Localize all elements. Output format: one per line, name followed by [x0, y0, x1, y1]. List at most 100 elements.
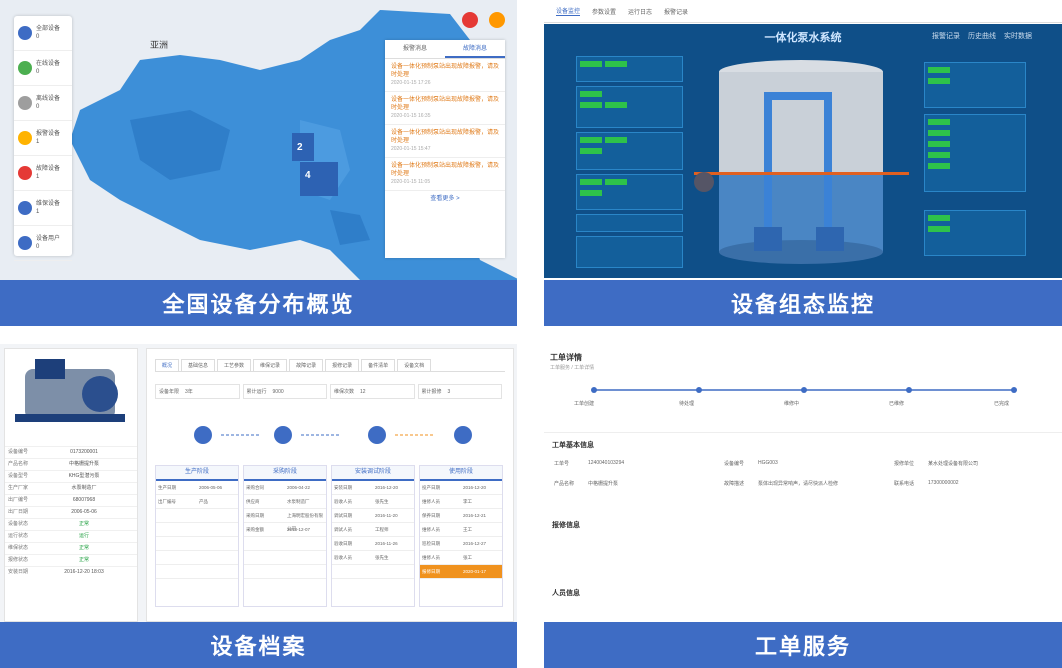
tab-2[interactable]: 工艺参数: [217, 359, 252, 371]
stage-title: 使用阶段: [420, 466, 502, 481]
info-row: 出厂编号 68007968: [5, 494, 137, 506]
cluster-count[interactable]: 2: [297, 142, 303, 153]
stat-key: 累计运行: [246, 389, 267, 395]
tab-0[interactable]: 概况: [155, 359, 180, 371]
page-title: 工单详情: [550, 353, 582, 362]
news-item[interactable]: 设备一体化预制泵站出现故障报警，请及时处理 2020-01-15 11:05: [385, 158, 505, 191]
stage-key: 采购金额: [246, 527, 264, 532]
toolbar-button[interactable]: 历史曲线: [968, 32, 996, 41]
sidebar-item-label: 报警设备 1: [36, 130, 60, 146]
stat-key: 设备年限: [159, 389, 180, 395]
sidebar-item-name: 全部设备: [36, 26, 61, 32]
stage-value: 王工: [463, 527, 472, 532]
device-archive-panel: 设备编号 0173200001 产品名称 中格栅提升泵 设备型号 KHG型潜污泵 生产厂家水…: [0, 344, 517, 668]
stage-value: 张工: [463, 555, 472, 560]
info-value: 正常: [79, 557, 90, 563]
tab-7[interactable]: 设备文档: [397, 359, 432, 371]
tab-fault-messages[interactable]: 故障消息: [445, 40, 505, 58]
tab-1[interactable]: 基础信息: [181, 359, 216, 371]
nav-item[interactable]: 参数设置: [592, 7, 616, 16]
stage-row: 维修人员 李工: [420, 495, 502, 509]
tab-6[interactable]: 备件清单: [361, 359, 396, 371]
stage-row: 出厂编号 产品: [156, 495, 238, 509]
sidebar-item[interactable]: 故障设备 1: [14, 156, 72, 191]
sidebar-item-label: 在线设备 0: [36, 60, 60, 76]
sidebar-item[interactable]: 设备用户 0: [14, 226, 72, 261]
alarm-indicator-icon[interactable]: [462, 12, 478, 28]
news-text: 设备一体化预制泵站出现故障报警，请及时处理: [391, 97, 500, 111]
breadcrumb[interactable]: 工单服务 / 工单详情: [550, 364, 594, 371]
warning-indicator-icon[interactable]: [489, 12, 505, 28]
stat-value: 9000: [272, 389, 284, 395]
stage-row: [332, 565, 414, 579]
field-key: 报修单位: [894, 461, 915, 467]
panel-caption: 设备组态监控: [544, 280, 1062, 326]
stage-row: [244, 537, 326, 551]
sidebar-item[interactable]: 离线设备 0: [14, 86, 72, 121]
archive-main: 概况 基础信息 工艺参数 维保记录 故障记录 报修记录 备件清单 设备文档 设备年限 3年 累计运…: [146, 348, 514, 622]
sidebar-item-label: 离线设备 0: [36, 95, 60, 111]
stage-row: [244, 551, 326, 565]
stat-item: 累计运行 9000: [242, 384, 327, 399]
stage-value: 张先生: [375, 499, 389, 504]
stat-item: 累计报修 3: [417, 384, 502, 399]
toolbar-button[interactable]: 实时数据: [1004, 32, 1032, 41]
alarm-news-panel: 报警消息 故障消息 设备一体化预制泵站出现故障报警，请及时处理 2020-01-1…: [385, 40, 505, 258]
stage-row: 采购合同 2006-04-22: [244, 481, 326, 495]
stage-column: 使用阶段 投产日期 2016-12-20 维修人员 李工 保养日期 2016-12-21 维修…: [419, 465, 503, 607]
sidebar-item[interactable]: 报警设备 1: [14, 121, 72, 156]
tab-alarm-messages[interactable]: 报警消息: [385, 40, 445, 58]
stage-row: 采购金额 2018-12-07: [244, 523, 326, 537]
toolbar-button[interactable]: 报警记录: [932, 32, 960, 41]
stat-value: 12: [360, 389, 366, 395]
section-title: 工单基本信息: [552, 442, 594, 449]
info-row: 设备编号 0173200001: [5, 446, 137, 458]
sidebar-item-name: 设备用户: [36, 236, 61, 242]
status-block: [924, 114, 1026, 192]
nav-item[interactable]: 设备监控: [556, 6, 581, 16]
stage-key: 采购日期: [246, 513, 264, 518]
section-title: 报修信息: [552, 522, 580, 529]
stage-value: 张先生: [375, 555, 389, 560]
section-title: 人员信息: [552, 590, 580, 597]
field-key: 故障描述: [724, 481, 745, 487]
stage-row: 维修人员 张工: [420, 551, 502, 565]
tab-4[interactable]: 故障记录: [289, 359, 324, 371]
tab-3[interactable]: 维保记录: [253, 359, 288, 371]
news-item[interactable]: 设备一体化预制泵站出现故障报警，请及时处理 2020-01-15 17:26: [385, 59, 505, 92]
stage-value: 上海明宏股份有限公司: [287, 513, 323, 531]
lifecycle-flow: [194, 426, 472, 444]
news-date: 2020-01-15 17:26: [391, 80, 431, 86]
field-key: 设备编号: [724, 461, 745, 467]
field-key: 产品名称: [554, 481, 575, 487]
cluster-count[interactable]: 4: [305, 170, 311, 181]
grid-icon: [18, 26, 32, 40]
sidebar-item[interactable]: 维保设备 1: [14, 191, 72, 226]
tab-5[interactable]: 报修记录: [325, 359, 360, 371]
panel-caption: 工单服务: [544, 622, 1062, 668]
stage-row: 报修日期 2020-01-17: [420, 565, 502, 579]
stage-key: 维修人员: [422, 499, 440, 504]
stage-value: 工程师: [375, 527, 389, 532]
stage-row: 验收人员 张先生: [332, 551, 414, 565]
stat-value: 3: [447, 389, 451, 395]
view-more-link[interactable]: 查看更多 >: [385, 191, 505, 207]
info-value: 2016-12-20 18:03: [64, 569, 104, 575]
nav-item[interactable]: 运行日志: [628, 7, 652, 16]
stage-row: [156, 537, 238, 551]
news-item[interactable]: 设备一体化预制泵站出现故障报警，请及时处理 2020-01-15 15:47: [385, 125, 505, 158]
stage-key: 调试日期: [334, 513, 352, 518]
sidebar-item[interactable]: 全部设备 0: [14, 16, 72, 51]
info-row: 运行状态 运行: [5, 530, 137, 542]
field-value: 1240040103294: [588, 460, 625, 466]
stage-row: [156, 551, 238, 565]
status-block: [576, 174, 683, 210]
panel-caption: 设备档案: [0, 622, 517, 668]
stage-key: 出厂编号: [158, 499, 176, 504]
field-value: HGG003: [758, 460, 778, 466]
stat-item: 维保次数 12: [330, 384, 415, 399]
sidebar-item[interactable]: 在线设备 0: [14, 51, 72, 86]
news-item[interactable]: 设备一体化预制泵站出现故障报警，请及时处理 2020-01-15 16:35: [385, 92, 505, 125]
info-row: 维保状态 正常: [5, 542, 137, 554]
nav-item[interactable]: 报警记录: [664, 7, 688, 16]
